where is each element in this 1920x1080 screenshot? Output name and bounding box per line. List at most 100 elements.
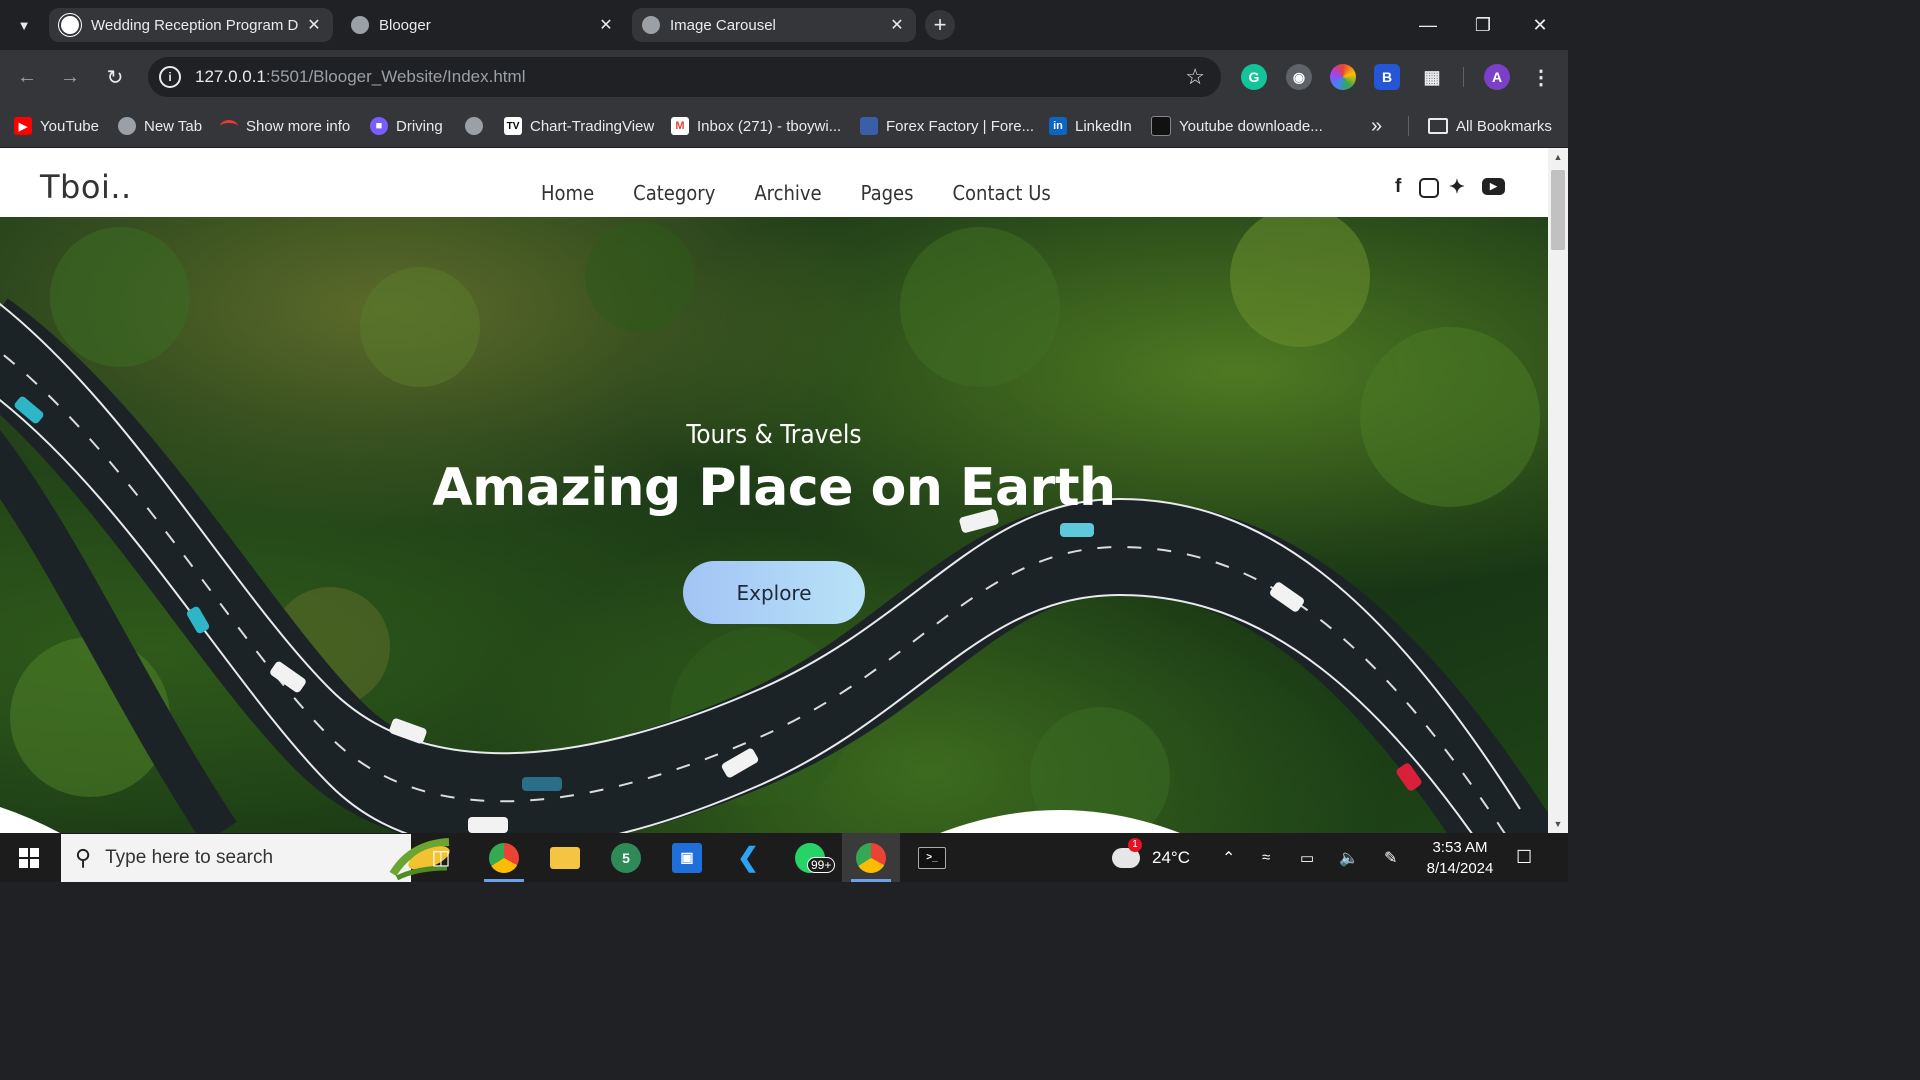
search-icon: ⚲ <box>75 845 92 870</box>
volume-icon[interactable]: 🔈 <box>1339 833 1359 882</box>
notifications-icon[interactable]: ☐ <box>1516 833 1532 882</box>
bookmark-new-tab[interactable]: New Tab <box>118 114 202 138</box>
menu-kebab-icon[interactable]: ⋮ <box>1528 64 1554 90</box>
search-placeholder: Type here to search <box>105 847 274 868</box>
file-explorer-icon[interactable] <box>536 833 594 882</box>
start-button[interactable] <box>0 833 58 882</box>
scroll-up-arrow-icon[interactable]: ▲ <box>1548 152 1568 162</box>
close-window-icon[interactable]: ✕ <box>1515 8 1565 42</box>
twitch-icon: ■ <box>370 117 388 135</box>
downloader-icon <box>1151 116 1171 136</box>
task-view-icon[interactable]: ◫ <box>412 833 470 882</box>
clock-time: 3:53 AM <box>1432 839 1488 856</box>
bookmark-youtube[interactable]: ▶ YouTube <box>14 114 99 138</box>
site-header: Tboi.. Home Category Archive Pages Conta… <box>0 148 1548 217</box>
scrollbar-thumb[interactable] <box>1551 170 1565 250</box>
instagram-icon[interactable] <box>1419 178 1439 198</box>
restore-icon[interactable]: ❐ <box>1458 8 1508 42</box>
tab-title: Image Carousel <box>670 16 776 34</box>
reload-icon[interactable]: ↻ <box>101 63 129 91</box>
bookmarks-overflow-chevron[interactable]: » <box>1371 114 1382 138</box>
toolbar-divider <box>1463 67 1464 87</box>
nav-archive[interactable]: Archive <box>754 181 821 205</box>
page-viewport: Tboi.. Home Category Archive Pages Conta… <box>0 148 1548 833</box>
pen-icon[interactable]: ✎ <box>1384 833 1397 882</box>
battery-icon[interactable]: ▭ <box>1300 833 1314 882</box>
nav-pages[interactable]: Pages <box>861 181 914 205</box>
main-nav: Home Category Archive Pages Contact Us <box>541 181 1090 205</box>
gmail-icon: M <box>671 117 689 135</box>
new-tab-button[interactable]: + <box>925 10 955 40</box>
bookmark-star-icon[interactable]: ☆ <box>1185 64 1205 90</box>
chatgpt-icon <box>59 14 81 36</box>
windows-taskbar: ⚲ Type here to search ◫ 5 ▣ ❮ 99+ >_ 1 2… <box>0 833 1568 882</box>
nav-home[interactable]: Home <box>541 181 594 205</box>
nav-contact-us[interactable]: Contact Us <box>952 181 1050 205</box>
color-picker-icon[interactable] <box>1330 64 1356 90</box>
clock-date: 8/14/2024 <box>1426 860 1494 877</box>
taskbar-search-box[interactable]: ⚲ Type here to search <box>61 834 450 882</box>
aerial-road-image <box>0 217 1548 833</box>
forexfactory-icon <box>860 117 878 135</box>
site-logo[interactable]: Tboi.. <box>40 168 132 206</box>
close-tab-icon[interactable]: ✕ <box>595 15 617 35</box>
explore-button[interactable]: Explore <box>683 561 865 624</box>
bitwarden-icon[interactable]: B <box>1374 64 1400 90</box>
address-bar[interactable]: i 127.0.0.1:5501/Blooger_Website/Index.h… <box>148 57 1221 97</box>
extensions-puzzle-icon[interactable]: ▦ <box>1419 64 1445 90</box>
camera-icon[interactable]: ◉ <box>1286 64 1312 90</box>
linkedin-icon: in <box>1049 117 1067 135</box>
close-tab-icon[interactable]: ✕ <box>303 15 325 35</box>
arc-icon <box>220 119 238 133</box>
profile-avatar[interactable]: A <box>1484 64 1510 90</box>
globe-icon <box>118 117 136 135</box>
bookmarks-divider <box>1408 116 1409 136</box>
tab-image-carousel[interactable]: Image Carousel ✕ <box>632 8 916 42</box>
hero-banner: Tours & Travels Amazing Place on Earth E… <box>0 217 1548 833</box>
bookmark-driving[interactable]: ■ Driving <box>370 114 443 138</box>
bookmark-linkedin[interactable]: in LinkedIn <box>1049 114 1132 138</box>
tab-search-chevron-icon[interactable]: ▼ <box>10 11 38 39</box>
bookmark-gmail[interactable]: M Inbox (271) - tboywi... <box>671 114 841 138</box>
whatsapp-badge: 99+ <box>807 857 836 873</box>
grammarly-icon[interactable]: G <box>1241 64 1267 90</box>
weather-temp: 24°C <box>1152 847 1190 867</box>
facebook-icon[interactable]: f <box>1395 176 1401 198</box>
page-scrollbar[interactable]: ▲ ▼ <box>1548 148 1568 833</box>
minimize-icon[interactable]: — <box>1403 8 1453 42</box>
address-url[interactable]: 127.0.0.1:5501/Blooger_Website/Index.htm… <box>195 67 525 87</box>
metatrader-icon[interactable]: 5 <box>597 833 655 882</box>
weather-widget[interactable]: 1 24°C <box>1112 833 1190 882</box>
whatsapp-icon[interactable]: 99+ <box>781 833 839 882</box>
globe-icon <box>465 117 483 135</box>
terminal-icon[interactable]: >_ <box>903 833 961 882</box>
vscode-icon[interactable]: ❮ <box>719 833 777 882</box>
close-tab-icon[interactable]: ✕ <box>886 15 908 35</box>
twitter-icon[interactable]: ✦ <box>1449 176 1465 199</box>
youtube-icon[interactable]: ▶ <box>1482 178 1505 195</box>
windows-logo-icon <box>19 847 39 868</box>
remote-desktop-icon[interactable]: ▣ <box>658 833 716 882</box>
bookmark-forex-factory[interactable]: Forex Factory | Fore... <box>860 114 1034 138</box>
forward-arrow-icon[interactable]: → <box>56 63 84 91</box>
bookmark-show-more-info[interactable]: Show more info <box>220 114 350 138</box>
chrome-a-profile-icon[interactable] <box>842 833 900 882</box>
network-icon[interactable]: ≈ <box>1262 833 1270 882</box>
nav-category[interactable]: Category <box>633 181 715 205</box>
tab-wedding-reception[interactable]: Wedding Reception Program D ✕ <box>49 8 333 42</box>
scroll-down-arrow-icon[interactable]: ▼ <box>1548 819 1568 829</box>
site-info-icon[interactable]: i <box>159 66 181 88</box>
back-arrow-icon[interactable]: ← <box>13 63 41 91</box>
all-bookmarks-button[interactable]: All Bookmarks <box>1428 114 1552 138</box>
show-hidden-icons-chevron-icon[interactable]: ⌃ <box>1222 833 1235 882</box>
system-clock[interactable]: 3:53 AM 8/14/2024 <box>1420 837 1500 879</box>
bookmark-globe[interactable] <box>465 114 491 138</box>
hero-subtitle: Tours & Travels <box>686 420 862 450</box>
globe-icon <box>351 16 369 34</box>
tab-strip: ▼ Wedding Reception Program D ✕ Blooger … <box>0 0 1568 50</box>
chrome-r-profile-icon[interactable] <box>475 833 533 882</box>
tab-blooger[interactable]: Blooger ✕ <box>341 8 625 42</box>
bookmark-youtube-downloader[interactable]: Youtube downloade... <box>1151 114 1323 138</box>
bookmark-tradingview[interactable]: TV Chart-TradingView <box>504 114 654 138</box>
browser-toolbar: ← → ↻ i 127.0.0.1:5501/Blooger_Website/I… <box>0 50 1568 104</box>
